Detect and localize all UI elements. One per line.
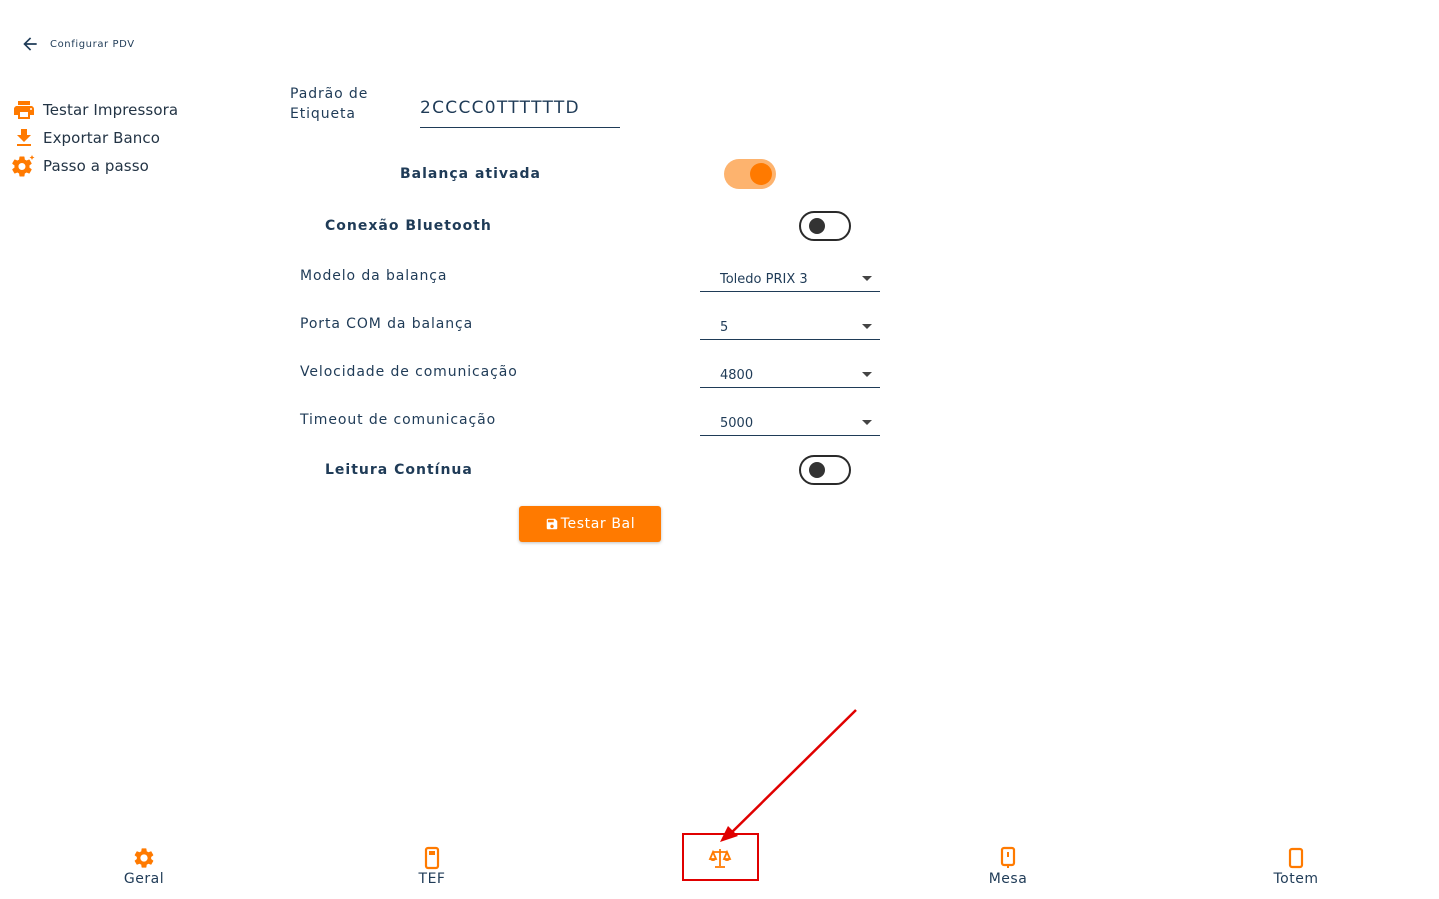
velocidade-label: Velocidade de comunicação xyxy=(300,364,518,380)
save-icon xyxy=(546,518,558,530)
modelo-label: Modelo da balança xyxy=(300,268,448,284)
caret-down-icon xyxy=(862,324,872,329)
pos-terminal-icon xyxy=(424,846,440,870)
etiqueta-label-line1: Padrão de xyxy=(290,86,369,102)
velocidade-value: 4800 xyxy=(720,368,754,383)
timeout-value: 5000 xyxy=(720,416,754,431)
nav-label: Mesa xyxy=(988,871,1028,887)
tablet-icon xyxy=(1288,847,1304,869)
nav-item-geral[interactable]: Geral xyxy=(84,846,204,887)
table-device-icon xyxy=(1000,846,1016,868)
back-header[interactable]: Configurar PDV xyxy=(20,34,135,54)
annotation-arrow-icon xyxy=(720,709,857,842)
side-item-exportar-banco[interactable]: Exportar Banco xyxy=(12,124,178,152)
caret-down-icon xyxy=(862,372,872,377)
etiqueta-label-line2: Etiqueta xyxy=(290,106,356,122)
timeout-select[interactable]: 5000 xyxy=(700,408,880,436)
balanca-ativada-label: Balança ativada xyxy=(400,166,541,182)
bluetooth-toggle[interactable] xyxy=(799,211,851,241)
etiqueta-input[interactable]: 2CCCC0TTTTTTD xyxy=(420,96,620,128)
side-item-passo-a-passo[interactable]: Passo a passo xyxy=(12,152,178,180)
toggle-knob xyxy=(809,218,825,234)
testar-balanca-button[interactable]: Testar Bal xyxy=(519,506,661,542)
download-icon xyxy=(12,126,36,150)
gear-icon xyxy=(134,848,154,868)
arrow-left-icon xyxy=(23,37,37,51)
bluetooth-label: Conexão Bluetooth xyxy=(325,218,492,234)
nav-item-totem[interactable]: Totem xyxy=(1236,846,1356,887)
balanca-ativada-toggle[interactable] xyxy=(724,159,776,189)
gear-sparkle-icon xyxy=(12,154,36,178)
side-item-label: Exportar Banco xyxy=(43,129,161,147)
toggle-knob xyxy=(809,462,825,478)
configurar-pdv-page: Configurar PDV Testar Impressora Exporta… xyxy=(0,0,1439,899)
leitura-toggle[interactable] xyxy=(799,455,851,485)
nav-label: TEF xyxy=(418,871,446,887)
side-item-label: Testar Impressora xyxy=(43,101,179,119)
toggle-knob xyxy=(750,163,772,185)
velocidade-select[interactable]: 4800 xyxy=(700,360,880,388)
modelo-select[interactable]: Toledo PRIX 3 xyxy=(700,264,880,292)
porta-label: Porta COM da balança xyxy=(300,316,474,332)
porta-select[interactable]: 5 xyxy=(700,312,880,340)
printer-icon xyxy=(12,98,36,122)
caret-down-icon xyxy=(862,420,872,425)
testar-balanca-label: Testar Bal xyxy=(560,516,636,532)
side-item-label: Passo a passo xyxy=(43,157,149,175)
page-title: Configurar PDV xyxy=(50,38,135,50)
side-item-testar-impressora[interactable]: Testar Impressora xyxy=(12,96,178,124)
side-menu: Testar Impressora Exportar Banco Passo a… xyxy=(12,96,178,180)
caret-down-icon xyxy=(862,276,872,281)
nav-label: Totem xyxy=(1273,871,1319,887)
leitura-label: Leitura Contínua xyxy=(325,462,473,478)
timeout-label: Timeout de comunicação xyxy=(300,412,497,428)
modelo-value: Toledo PRIX 3 xyxy=(720,272,808,287)
porta-value: 5 xyxy=(720,320,729,335)
nav-item-tef[interactable]: TEF xyxy=(372,846,492,887)
nav-label: Geral xyxy=(123,871,165,887)
nav-item-mesa[interactable]: Mesa xyxy=(948,846,1068,887)
